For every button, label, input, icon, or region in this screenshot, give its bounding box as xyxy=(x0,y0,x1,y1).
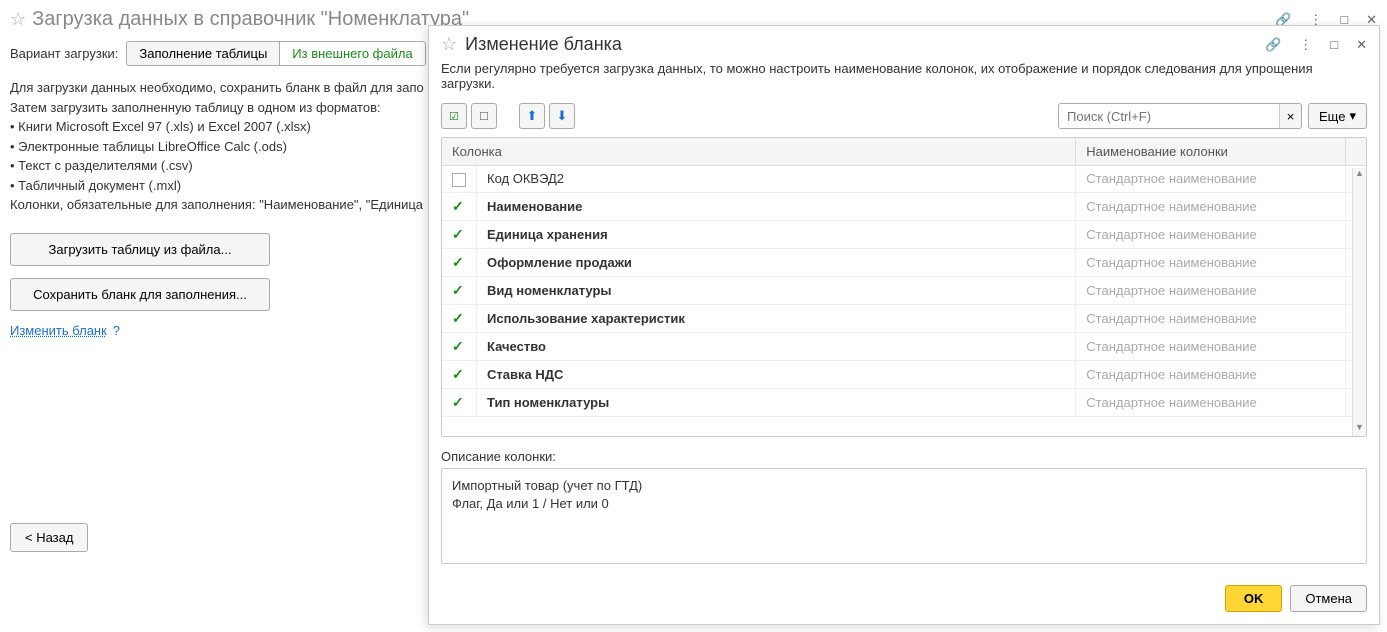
arrow-down-icon: ⬇ xyxy=(557,108,568,124)
row-check-cell[interactable]: ✓ xyxy=(442,304,477,332)
row-label-cell: Стандартное наименование xyxy=(1076,360,1346,388)
table-row[interactable]: ✓ Оформление продажиСтандартное наименова… xyxy=(442,248,1366,276)
table-row[interactable]: ✓ НаименованиеСтандартное наименование xyxy=(442,192,1366,220)
row-label-cell: Стандартное наименование xyxy=(1076,276,1346,304)
row-name-cell: Качество xyxy=(477,332,1076,360)
row-check-cell[interactable]: ✓ xyxy=(442,276,477,304)
row-check-cell[interactable]: ✓ xyxy=(442,388,477,416)
column-header-label[interactable]: Наименование колонки xyxy=(1076,138,1346,166)
table-row[interactable]: ✓ Ставка НДССтандартное наименование xyxy=(442,360,1366,388)
row-name-cell: Вид номенклатуры xyxy=(477,276,1076,304)
main-title-wrap: ☆ Загрузка данных в справочник "Номенкла… xyxy=(10,8,469,31)
scroll-up-icon[interactable]: ▲ xyxy=(1353,168,1366,182)
check-all-button[interactable]: ☑ xyxy=(441,103,467,129)
favorite-icon[interactable]: ☆ xyxy=(441,34,457,55)
dialog-header: ☆ Изменение бланка 🔗 ⋮ □ ✕ xyxy=(429,26,1379,61)
check-icon: ✓ xyxy=(452,394,464,410)
dialog-toolbar: ☑ ☐ ⬆ ⬇ × Еще ▾ xyxy=(429,99,1379,137)
dialog-title: Изменение бланка xyxy=(465,34,622,55)
table-row[interactable]: ✓ КачествоСтандартное наименование xyxy=(442,332,1366,360)
toolbar-check-group: ☑ ☐ xyxy=(441,103,497,129)
row-name-cell: Наименование xyxy=(477,192,1076,220)
row-check-cell[interactable] xyxy=(442,166,477,193)
row-label-cell: Стандартное наименование xyxy=(1076,388,1346,416)
row-name-cell: Оформление продажи xyxy=(477,248,1076,276)
favorite-icon[interactable]: ☆ xyxy=(10,9,26,30)
arrow-up-icon: ⬆ xyxy=(527,108,538,124)
cancel-button[interactable]: Отмена xyxy=(1290,585,1367,612)
dialog-subtitle: Если регулярно требуется загрузка данных… xyxy=(429,61,1379,99)
uncheck-all-icon: ☐ xyxy=(479,110,489,123)
edit-blank-link[interactable]: Изменить бланк xyxy=(10,323,107,338)
uncheck-all-button[interactable]: ☐ xyxy=(471,103,497,129)
description-label: Описание колонки: xyxy=(441,449,1367,464)
row-check-cell[interactable]: ✓ xyxy=(442,248,477,276)
row-label-cell: Стандартное наименование xyxy=(1076,332,1346,360)
row-label-cell: Стандартное наименование xyxy=(1076,166,1346,193)
table-row[interactable]: ✓ Использование характеристикСтандартное … xyxy=(442,304,1366,332)
row-name-cell: Тип номенклатуры xyxy=(477,388,1076,416)
back-button[interactable]: < Назад xyxy=(10,523,88,552)
row-check-cell[interactable]: ✓ xyxy=(442,220,477,248)
row-label-cell: Стандартное наименование xyxy=(1076,248,1346,276)
row-name-cell: Единица хранения xyxy=(477,220,1076,248)
load-from-file-button[interactable]: Загрузить таблицу из файла... xyxy=(10,233,270,266)
edit-blank-dialog: ☆ Изменение бланка 🔗 ⋮ □ ✕ Если регулярн… xyxy=(428,25,1380,625)
scroll-down-icon[interactable]: ▼ xyxy=(1353,422,1366,436)
link-icon[interactable]: 🔗 xyxy=(1265,37,1281,53)
ok-button[interactable]: OK xyxy=(1225,585,1283,612)
table-row[interactable]: Код ОКВЭД2Стандартное наименование xyxy=(442,166,1366,193)
search-wrap: × xyxy=(1058,103,1302,129)
row-check-cell[interactable]: ✓ xyxy=(442,360,477,388)
check-icon: ✓ xyxy=(452,282,464,298)
chevron-down-icon: ▾ xyxy=(1349,108,1356,124)
columns-table-wrap: Колонка Наименование колонки Код ОКВЭД2С… xyxy=(441,137,1367,437)
save-blank-button[interactable]: Сохранить бланк для заполнения... xyxy=(10,278,270,311)
page-title: Загрузка данных в справочник "Номенклату… xyxy=(32,8,469,31)
more-button[interactable]: Еще ▾ xyxy=(1308,103,1367,129)
check-icon: ✓ xyxy=(452,198,464,214)
load-variant-tabs: Заполнение таблицы Из внешнего файла xyxy=(126,41,425,66)
row-label-cell: Стандартное наименование xyxy=(1076,220,1346,248)
scrollbar-header xyxy=(1346,138,1367,166)
row-label-cell: Стандартное наименование xyxy=(1076,192,1346,220)
check-icon: ✓ xyxy=(452,254,464,270)
move-up-button[interactable]: ⬆ xyxy=(519,103,545,129)
kebab-icon[interactable]: ⋮ xyxy=(1299,37,1312,53)
help-icon[interactable]: ? xyxy=(113,323,120,338)
dialog-window-controls: 🔗 ⋮ □ ✕ xyxy=(1265,37,1367,53)
row-check-cell[interactable]: ✓ xyxy=(442,332,477,360)
row-name-cell: Код ОКВЭД2 xyxy=(477,166,1076,193)
tab-from-file[interactable]: Из внешнего файла xyxy=(280,42,424,65)
dialog-title-wrap: ☆ Изменение бланка xyxy=(441,34,622,55)
description-box[interactable]: Импортный товар (учет по ГТД) Флаг, Да и… xyxy=(441,468,1367,564)
table-row[interactable]: ✓ Вид номенклатурыСтандартное наименовани… xyxy=(442,276,1366,304)
scrollbar[interactable]: ▲ ▼ xyxy=(1352,168,1366,436)
checkbox-empty-icon xyxy=(452,173,466,187)
table-row[interactable]: ✓ Тип номенклатурыСтандартное наименовани… xyxy=(442,388,1366,416)
row-check-cell[interactable]: ✓ xyxy=(442,192,477,220)
check-all-icon: ☑ xyxy=(449,110,459,123)
maximize-icon[interactable]: □ xyxy=(1330,37,1338,52)
more-label: Еще xyxy=(1319,109,1345,124)
check-icon: ✓ xyxy=(452,310,464,326)
check-icon: ✓ xyxy=(452,226,464,242)
toolbar-move-group: ⬆ ⬇ xyxy=(519,103,575,129)
table-row[interactable]: ✓ Единица храненияСтандартное наименовани… xyxy=(442,220,1366,248)
close-icon[interactable]: ✕ xyxy=(1356,37,1367,53)
row-name-cell: Использование характеристик xyxy=(477,304,1076,332)
tab-fill-table[interactable]: Заполнение таблицы xyxy=(127,42,280,65)
table-header-row: Колонка Наименование колонки xyxy=(442,138,1366,166)
check-icon: ✓ xyxy=(452,338,464,354)
row-name-cell: Ставка НДС xyxy=(477,360,1076,388)
row-label-cell: Стандартное наименование xyxy=(1076,304,1346,332)
variant-label: Вариант загрузки: xyxy=(10,46,118,61)
search-input[interactable] xyxy=(1059,105,1279,128)
move-down-button[interactable]: ⬇ xyxy=(549,103,575,129)
columns-table: Колонка Наименование колонки Код ОКВЭД2С… xyxy=(442,138,1366,417)
dialog-footer: OK Отмена xyxy=(429,573,1379,624)
search-clear-button[interactable]: × xyxy=(1279,104,1301,128)
check-icon: ✓ xyxy=(452,366,464,382)
column-header-name[interactable]: Колонка xyxy=(442,138,1076,166)
